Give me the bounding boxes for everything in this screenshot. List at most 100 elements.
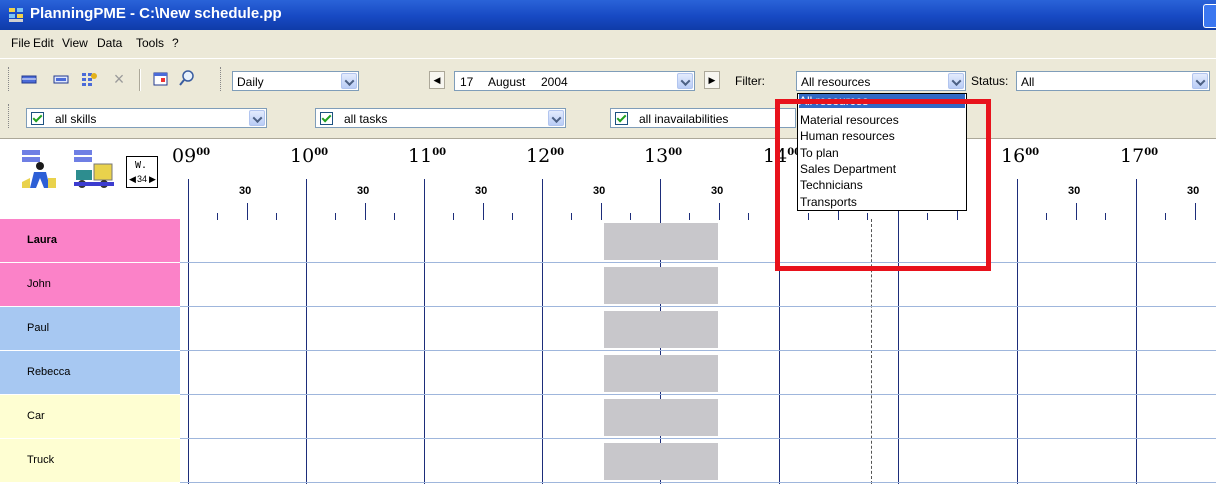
resource-name: Paul xyxy=(27,322,50,334)
hour-minutes: 00 xyxy=(668,147,683,158)
window-title: PlanningPME - C:\New schedule.pp xyxy=(30,5,282,22)
menu-file[interactable]: File xyxy=(11,36,30,50)
hour-tick xyxy=(1017,179,1018,219)
hour-number: 12 xyxy=(526,145,551,167)
resource-row-label[interactable]: Paul xyxy=(0,307,180,351)
hour-label: 1000 xyxy=(290,145,328,167)
week-number: 34 xyxy=(137,174,148,184)
resource-grid-icon[interactable] xyxy=(80,70,98,88)
delete-icon[interactable]: × xyxy=(110,70,128,88)
task-bar[interactable] xyxy=(604,355,718,392)
resource-row-label[interactable]: Rebecca xyxy=(0,351,180,395)
checkbox-checked-icon[interactable] xyxy=(320,112,333,125)
inavailabilities-select[interactable]: all inavailabilities xyxy=(610,108,796,128)
status-select[interactable]: All xyxy=(1016,71,1210,91)
toolbar-separator xyxy=(139,69,141,91)
hour-minutes: 00 xyxy=(1025,147,1040,158)
filter-toolbar: all skills all tasks all inavailabilitie… xyxy=(0,98,1216,139)
resource-row-label[interactable]: John xyxy=(0,263,180,307)
task-bar[interactable] xyxy=(604,399,718,436)
schedule-area: W. ◀ 34 ▶ 0900 30 1000 30 1100 30 1200 30 1300 30… xyxy=(0,139,1216,484)
previous-day-button[interactable]: ◀ xyxy=(429,71,445,89)
menu-tools[interactable]: Tools xyxy=(136,36,164,50)
menu-view[interactable]: View xyxy=(62,36,88,50)
quarter-hour-tick xyxy=(512,213,513,220)
checkbox-checked-icon[interactable] xyxy=(615,112,628,125)
task-bar-icon[interactable] xyxy=(52,70,70,88)
hour-number: 09 xyxy=(172,145,197,167)
app-icon xyxy=(8,7,24,23)
menu-data[interactable]: Data xyxy=(97,36,122,50)
main-toolbar: × Daily ◀ 17 August 2004 ▶ Filter: All r… xyxy=(0,58,1216,99)
quarter-hour-tick xyxy=(571,213,572,220)
chevron-down-icon[interactable] xyxy=(1192,73,1208,89)
task-bar[interactable] xyxy=(604,267,718,304)
toolbar-grip[interactable] xyxy=(220,67,224,91)
tasks-value: all tasks xyxy=(344,112,388,126)
half-hour-tick xyxy=(365,203,366,220)
week-next-icon[interactable]: ▶ xyxy=(149,174,156,185)
half-hour-label: 30 xyxy=(711,185,724,197)
chevron-down-icon[interactable] xyxy=(548,110,564,126)
task-bar[interactable] xyxy=(604,443,718,480)
next-day-button[interactable]: ▶ xyxy=(704,71,720,89)
row-divider xyxy=(180,438,1216,439)
chevron-down-icon[interactable] xyxy=(948,73,964,89)
hour-label: 1100 xyxy=(408,145,446,167)
chevron-down-icon[interactable] xyxy=(341,73,357,89)
task-bar[interactable] xyxy=(604,311,718,348)
resource-row-label[interactable]: Laura xyxy=(0,219,180,263)
menu-edit[interactable]: Edit xyxy=(33,36,54,50)
chevron-down-icon[interactable] xyxy=(677,73,693,89)
toolbar-grip[interactable] xyxy=(8,67,12,91)
view-mode-select[interactable]: Daily xyxy=(232,71,359,91)
half-hour-label: 30 xyxy=(239,185,252,197)
chevron-down-icon[interactable] xyxy=(249,110,265,126)
half-hour-label: 30 xyxy=(593,185,606,197)
filter-select[interactable]: All resources xyxy=(796,71,966,91)
row-divider xyxy=(180,306,1216,307)
calendar-grid-icon[interactable] xyxy=(20,70,38,88)
hour-tick xyxy=(306,179,307,219)
quarter-hour-tick xyxy=(217,213,218,220)
window-control-button[interactable] xyxy=(1203,4,1216,28)
quarter-hour-tick xyxy=(1165,213,1166,220)
date-picker[interactable]: 17 August 2004 xyxy=(454,71,695,91)
hour-number: 17 xyxy=(1120,145,1145,167)
hour-number: 13 xyxy=(644,145,669,167)
date-day: 17 xyxy=(460,75,474,89)
material-resources-icon[interactable] xyxy=(72,148,116,195)
week-prev-icon[interactable]: ◀ xyxy=(129,174,136,185)
tasks-select[interactable]: all tasks xyxy=(315,108,566,128)
hour-number: 16 xyxy=(1001,145,1026,167)
resource-row-label[interactable]: Car xyxy=(0,395,180,439)
human-resources-icon[interactable] xyxy=(20,148,60,195)
week-badge[interactable]: W. ◀ 34 ▶ xyxy=(126,156,158,188)
skills-select[interactable]: all skills xyxy=(26,108,267,128)
hour-minutes: 00 xyxy=(550,147,565,158)
resource-row-label[interactable]: Truck xyxy=(0,439,180,483)
search-icon[interactable] xyxy=(178,69,196,87)
half-hour-tick xyxy=(247,203,248,220)
toolbar-grip[interactable] xyxy=(8,104,12,128)
half-hour-tick xyxy=(1195,203,1196,220)
half-hour-label: 30 xyxy=(475,185,488,197)
checkbox-checked-icon[interactable] xyxy=(31,112,44,125)
menu-help[interactable]: ? xyxy=(172,36,179,50)
hour-number: 10 xyxy=(290,145,315,167)
view-mode-value: Daily xyxy=(237,75,264,89)
status-value: All xyxy=(1021,75,1035,89)
hour-tick xyxy=(542,179,543,219)
task-bar[interactable] xyxy=(604,223,718,260)
quarter-hour-tick xyxy=(276,213,277,220)
date-year: 2004 xyxy=(541,75,568,89)
quarter-hour-tick xyxy=(1046,213,1047,220)
hour-number: 11 xyxy=(408,145,433,167)
resource-name: Rebecca xyxy=(27,366,71,378)
row-divider xyxy=(180,350,1216,351)
hour-minutes: 00 xyxy=(432,147,447,158)
hour-tick xyxy=(1136,179,1137,219)
hour-label: 1300 xyxy=(644,145,682,167)
hour-minutes: 00 xyxy=(196,147,211,158)
window-icon[interactable] xyxy=(152,70,170,88)
